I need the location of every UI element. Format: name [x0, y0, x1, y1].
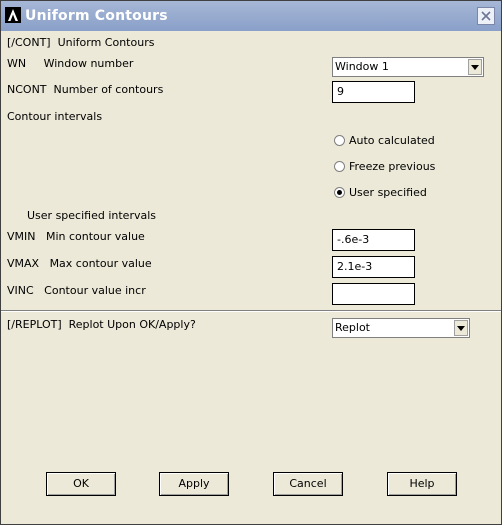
- ok-button[interactable]: OK: [46, 472, 116, 496]
- replot-select[interactable]: Replot: [332, 318, 470, 338]
- radio-user-specified-label: User specified: [349, 186, 427, 199]
- radio-user-specified[interactable]: [334, 187, 345, 198]
- chevron-down-icon[interactable]: [454, 320, 468, 336]
- apply-button[interactable]: Apply: [159, 472, 229, 496]
- ncont-label: NCONT Number of contours: [7, 83, 164, 96]
- close-icon: [481, 11, 491, 21]
- vinc-label: VINC Contour value incr: [7, 284, 146, 297]
- ncont-field[interactable]: 9: [332, 81, 415, 103]
- window-number-value: Window 1: [335, 60, 389, 73]
- uniform-contours-dialog: Uniform Contours [/CONT] Uniform Contour…: [0, 0, 502, 525]
- vinc-field[interactable]: [332, 283, 415, 305]
- window-number-select[interactable]: Window 1: [332, 57, 484, 77]
- vmax-label: VMAX Max contour value: [7, 257, 152, 270]
- user-intervals-label: User specified intervals: [27, 209, 156, 222]
- separator: [1, 310, 501, 312]
- vmin-label: VMIN Min contour value: [7, 230, 145, 243]
- replot-label: [/REPLOT] Replot Upon OK/Apply?: [7, 318, 196, 331]
- close-button[interactable]: [477, 7, 495, 25]
- radio-auto-calculated-label: Auto calculated: [349, 134, 435, 147]
- ansys-logo-icon: [5, 7, 21, 23]
- vmax-field[interactable]: 2.1e-3: [332, 256, 415, 278]
- chevron-down-icon[interactable]: [468, 59, 482, 75]
- wn-label: WN Window number: [7, 57, 134, 70]
- radio-freeze-previous[interactable]: [334, 161, 345, 172]
- radio-freeze-previous-label: Freeze previous: [349, 160, 436, 173]
- radio-auto-calculated[interactable]: [334, 135, 345, 146]
- contour-intervals-label: Contour intervals: [7, 110, 103, 123]
- replot-value: Replot: [335, 321, 370, 334]
- header-label: [/CONT] Uniform Contours: [7, 36, 155, 49]
- cancel-button[interactable]: Cancel: [273, 472, 343, 496]
- help-button[interactable]: Help: [387, 472, 457, 496]
- window-title: Uniform Contours: [25, 8, 168, 24]
- vmin-field[interactable]: -.6e-3: [332, 229, 415, 251]
- title-bar[interactable]: Uniform Contours: [1, 1, 501, 31]
